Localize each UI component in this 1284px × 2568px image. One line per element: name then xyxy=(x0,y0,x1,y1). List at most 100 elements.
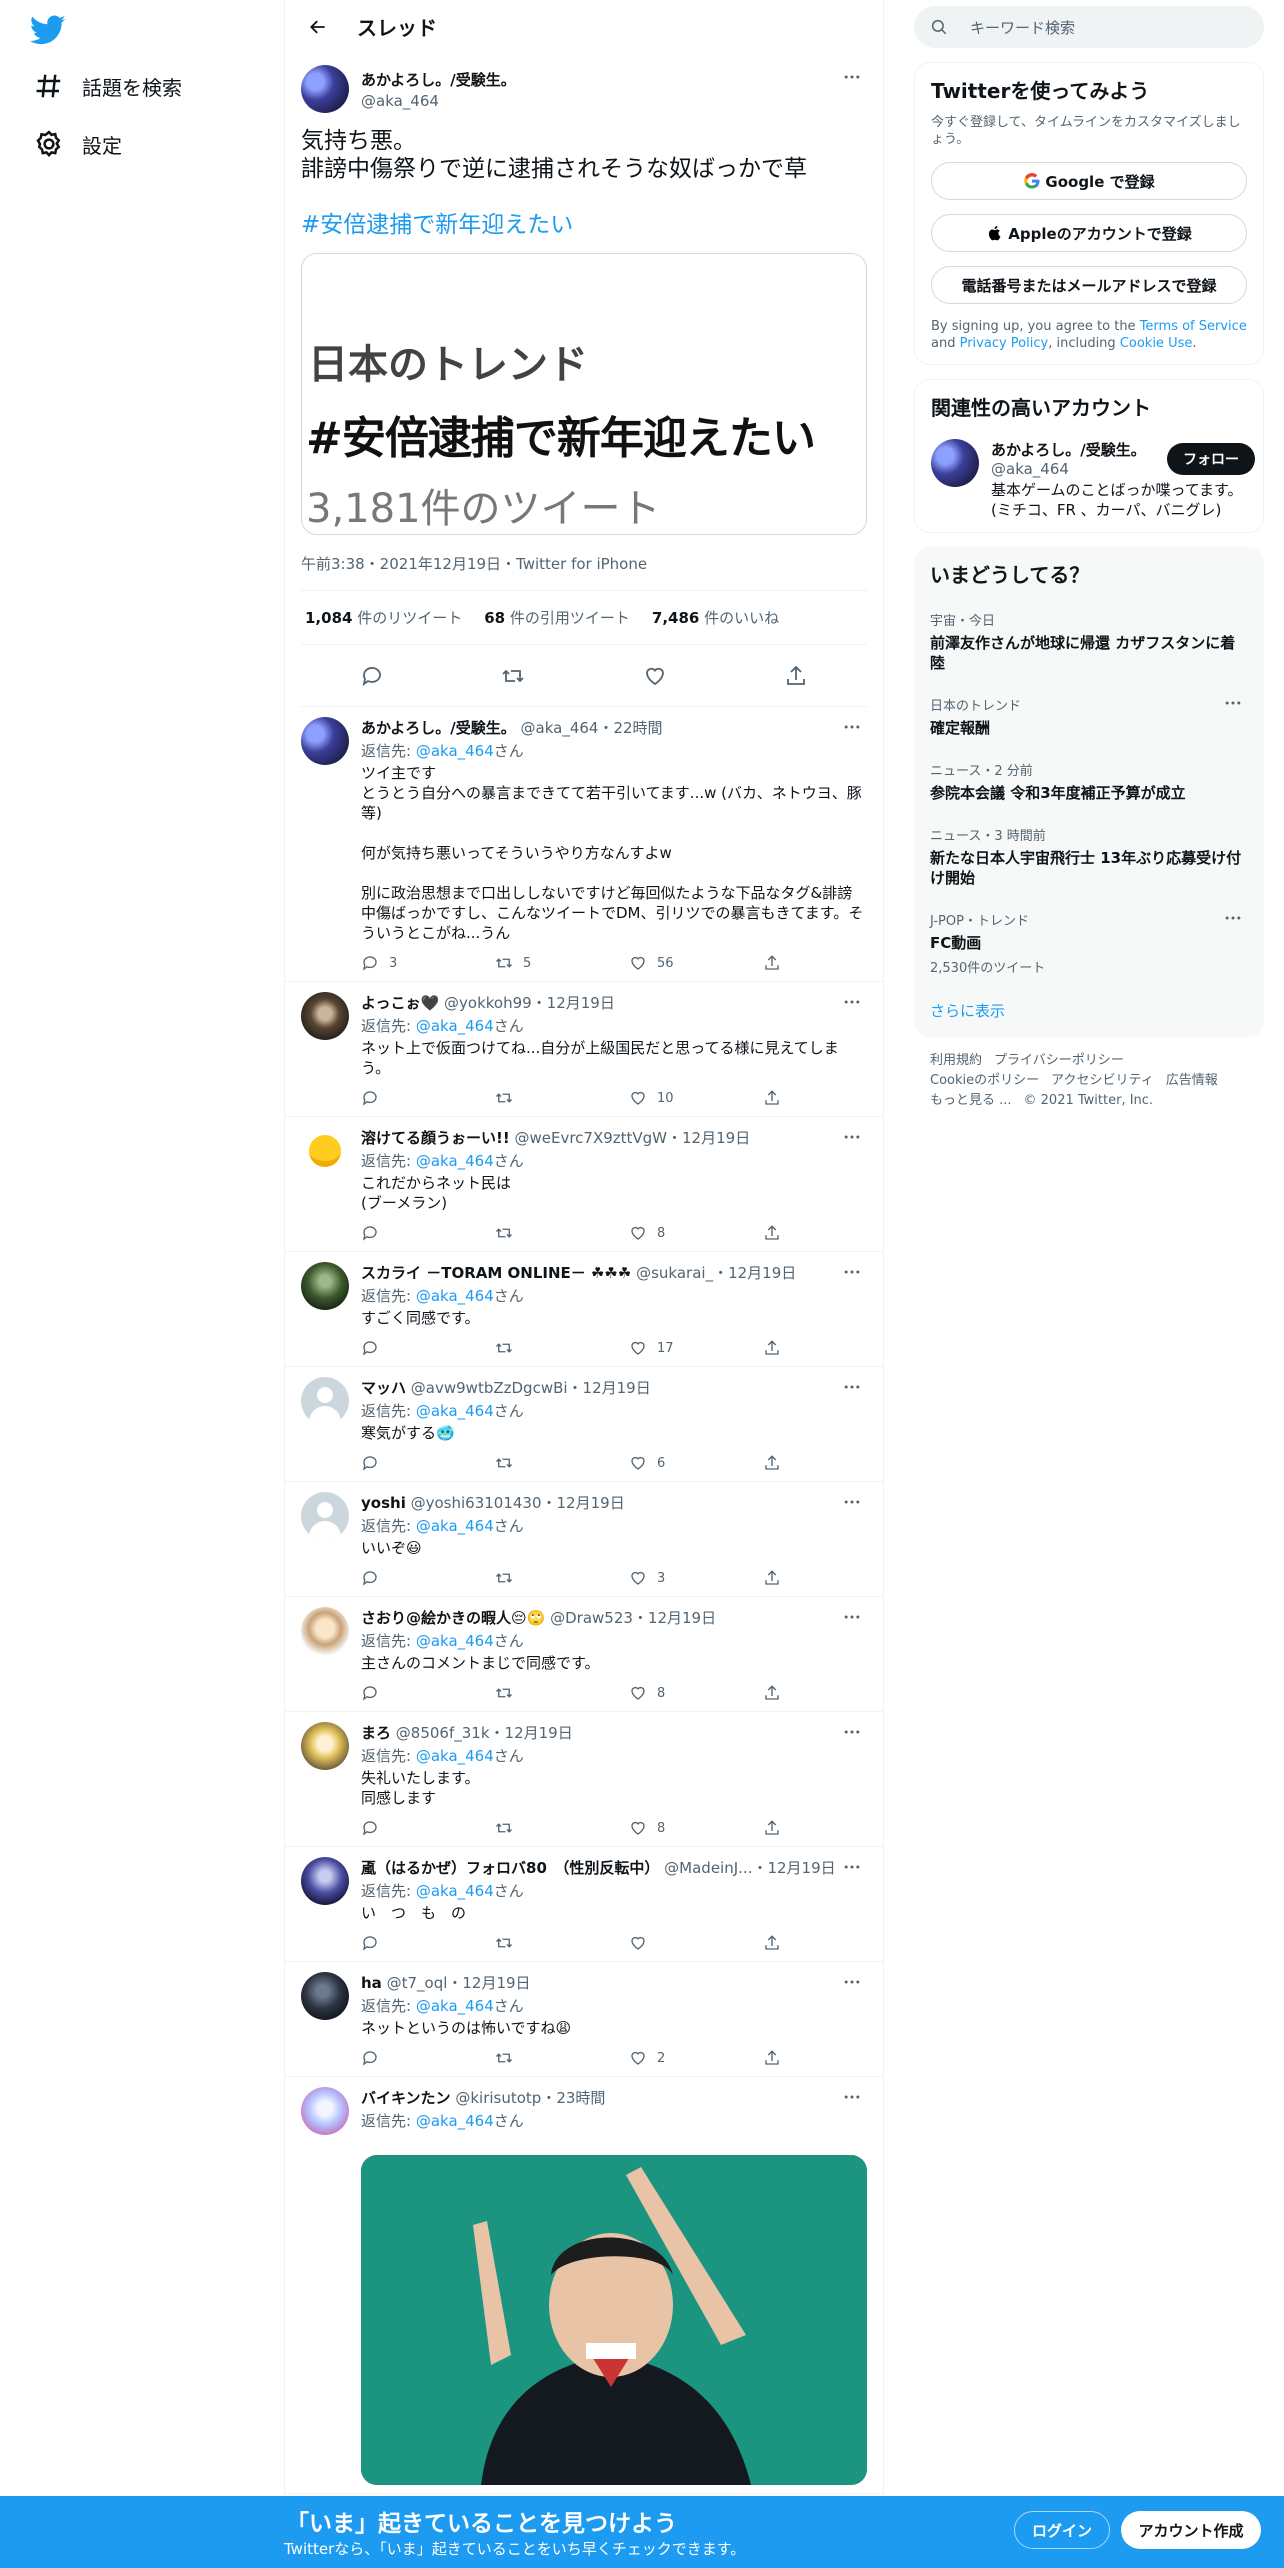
reply-author-handle[interactable]: @aka_464・22時間 xyxy=(521,719,663,737)
show-more-link[interactable]: さらに表示 xyxy=(930,1000,1248,1021)
login-button[interactable]: ログイン xyxy=(1014,2511,1110,2549)
reply-button[interactable] xyxy=(361,1089,495,1107)
reply-button[interactable] xyxy=(361,1224,495,1242)
share-icon[interactable] xyxy=(784,664,808,688)
mention-link[interactable]: @aka_464 xyxy=(416,1882,494,1900)
retweet-button[interactable] xyxy=(495,2049,629,2067)
avatar[interactable] xyxy=(301,992,349,1040)
reply-button[interactable] xyxy=(361,1569,495,1587)
mention-link[interactable]: @aka_464 xyxy=(416,1997,494,2015)
more-options-button[interactable] xyxy=(837,67,867,87)
avatar[interactable] xyxy=(301,1262,349,1310)
reply-author-handle[interactable]: @yokkoh99・12月19日 xyxy=(444,994,615,1012)
twitter-logo-icon[interactable] xyxy=(30,12,66,48)
mention-link[interactable]: @aka_464 xyxy=(416,1632,494,1650)
retweet-button[interactable] xyxy=(495,1454,629,1472)
author-handle[interactable]: @aka_464 xyxy=(361,92,516,110)
like-button[interactable] xyxy=(629,1934,763,1952)
apple-signup-button[interactable]: Appleのアカウントで登録 xyxy=(931,214,1247,252)
more-options-button[interactable] xyxy=(837,1377,867,1397)
more-options-button[interactable] xyxy=(837,992,867,1012)
like-button[interactable]: 8 xyxy=(629,1819,763,1837)
signup-button[interactable]: アカウント作成 xyxy=(1121,2511,1261,2549)
avatar[interactable] xyxy=(301,1857,349,1905)
reply-author-name[interactable]: yoshi xyxy=(361,1494,406,1512)
footer-link[interactable]: アクセシビリティ xyxy=(1051,1073,1154,1088)
related-handle[interactable]: @aka_464 xyxy=(991,460,1069,478)
more-options-button[interactable] xyxy=(837,1262,867,1282)
tweet-meta[interactable]: 午前3:38・2021年12月19日・Twitter for iPhone xyxy=(301,553,867,591)
more-options-button[interactable] xyxy=(837,2087,867,2107)
mention-link[interactable]: @aka_464 xyxy=(416,1017,494,1035)
more-options-button[interactable] xyxy=(837,1722,867,1742)
reply-tweet[interactable]: さおり@絵かきの暇人😔🙄 @Draw523・12月19日 返信先: @aka_46… xyxy=(285,1597,883,1712)
reply-photo[interactable] xyxy=(361,2155,867,2485)
trend-item[interactable]: ニュース・2 分前 参院本会議 令和3年度補正予算が成立 xyxy=(930,760,1248,803)
like-button[interactable]: 10 xyxy=(629,1089,763,1107)
retweet-button[interactable] xyxy=(495,1089,629,1107)
reply-author-name[interactable]: あかよろし。/受験生。 xyxy=(361,719,516,737)
like-button[interactable]: 8 xyxy=(629,1684,763,1702)
retweet-button[interactable] xyxy=(495,1569,629,1587)
reply-tweet[interactable]: スカライ －TORAM ONLINE－ ☘☘☘ @sukarai_・12月19日… xyxy=(285,1252,883,1367)
reply-button[interactable] xyxy=(361,1819,495,1837)
like-button[interactable]: 2 xyxy=(629,2049,763,2067)
reply-author-name[interactable]: バイキンたン xyxy=(361,2089,451,2107)
reply-author-name[interactable]: 颪（はるかぜ）フォロバ80 （性別反転中） xyxy=(361,1859,659,1877)
more-options-button[interactable] xyxy=(837,717,867,737)
trend-item[interactable]: 宇宙・今日 前澤友作さんが地球に帰還 カザフスタンに着陸 xyxy=(930,610,1248,673)
heart-icon[interactable] xyxy=(643,664,667,688)
more-options-button[interactable] xyxy=(837,1127,867,1147)
mention-link[interactable]: @aka_464 xyxy=(416,1517,494,1535)
avatar[interactable] xyxy=(301,1607,349,1655)
mention-link[interactable]: @aka_464 xyxy=(416,1402,494,1420)
avatar[interactable] xyxy=(931,439,979,487)
reply-tweet[interactable]: ha @t7_oql・12月19日 返信先: @aka_464さん ネットというのは… xyxy=(285,1962,883,2077)
mention-link[interactable]: @aka_464 xyxy=(416,1747,494,1765)
share-button[interactable] xyxy=(763,1089,791,1107)
reply-tweet[interactable]: 溶けてる顔うぉーい!! @weEvrc7X9zttVgW・12月19日 返信先: … xyxy=(285,1117,883,1252)
retweet-button[interactable] xyxy=(495,1224,629,1242)
avatar[interactable] xyxy=(301,1722,349,1770)
reply-tweet[interactable]: 颪（はるかぜ）フォロバ80 （性別反転中） @MadeinJ...・12月19日… xyxy=(285,1847,883,1962)
reply-author-name[interactable]: ha xyxy=(361,1974,382,1992)
mention-link[interactable]: @aka_464 xyxy=(416,1287,494,1305)
share-button[interactable] xyxy=(763,1569,791,1587)
hashtag-link[interactable]: #安倍逮捕で新年迎えたい xyxy=(301,205,867,239)
reply-author-handle[interactable]: @avw9wtbZzDgcwBi・12月19日 xyxy=(411,1379,651,1397)
reply-button[interactable]: 3 xyxy=(361,954,495,972)
quote-count[interactable]: 68 件の引用ツイート xyxy=(484,607,630,628)
mention-link[interactable]: @aka_464 xyxy=(416,1152,494,1170)
retweet-button[interactable] xyxy=(495,1684,629,1702)
mention-link[interactable]: @aka_464 xyxy=(416,742,494,760)
author-name[interactable]: あかよろし。/受験生。 xyxy=(361,69,516,90)
avatar[interactable] xyxy=(301,1127,349,1175)
reply-author-name[interactable]: よっこぉ🖤 xyxy=(361,994,439,1012)
share-button[interactable] xyxy=(763,1684,791,1702)
more-options-button[interactable] xyxy=(837,1857,867,1877)
reply-author-name[interactable]: スカライ －TORAM ONLINE－ ☘☘☘ xyxy=(361,1264,631,1282)
reply-author-handle[interactable]: @yoshi63101430・12月19日 xyxy=(411,1494,625,1512)
footer-link[interactable]: もっと見る ... xyxy=(930,1093,1012,1108)
reply-tweet[interactable]: よっこぉ🖤 @yokkoh99・12月19日 返信先: @aka_464さん ネット… xyxy=(285,982,883,1117)
more-options-button[interactable] xyxy=(837,1972,867,1992)
share-button[interactable] xyxy=(763,1934,791,1952)
footer-link[interactable]: 利用規約 xyxy=(930,1053,982,1068)
reply-button[interactable] xyxy=(361,1684,495,1702)
terms-link[interactable]: Terms of Service xyxy=(1140,319,1247,334)
reply-author-handle[interactable]: @t7_oql・12月19日 xyxy=(387,1974,531,1992)
more-options-button[interactable] xyxy=(1218,693,1248,713)
reply-tweet[interactable]: マッハ @avw9wtbZzDgcwBi・12月19日 返信先: @aka_464… xyxy=(285,1367,883,1482)
more-options-button[interactable] xyxy=(837,1492,867,1512)
reply-author-name[interactable]: さおり@絵かきの暇人😔🙄 xyxy=(361,1609,545,1627)
reply-author-handle[interactable]: @MadeinJ...・12月19日 xyxy=(664,1859,835,1877)
like-button[interactable]: 3 xyxy=(629,1569,763,1587)
google-signup-button[interactable]: Google で登録 xyxy=(931,162,1247,200)
trend-item[interactable]: ニュース・3 時間前 新たな日本人宇宙飛行士 13年ぶり応募受け付け開始 xyxy=(930,825,1248,888)
reply-author-name[interactable]: マッハ xyxy=(361,1379,406,1397)
reply-button[interactable] xyxy=(361,1934,495,1952)
cookie-link[interactable]: Cookie Use xyxy=(1120,336,1193,351)
reply-tweet[interactable]: yoshi @yoshi63101430・12月19日 返信先: @aka_464… xyxy=(285,1482,883,1597)
reply-author-name[interactable]: 溶けてる顔うぉーい!! xyxy=(361,1129,510,1147)
retweet-count[interactable]: 1,084 件のリツイート xyxy=(305,607,462,628)
